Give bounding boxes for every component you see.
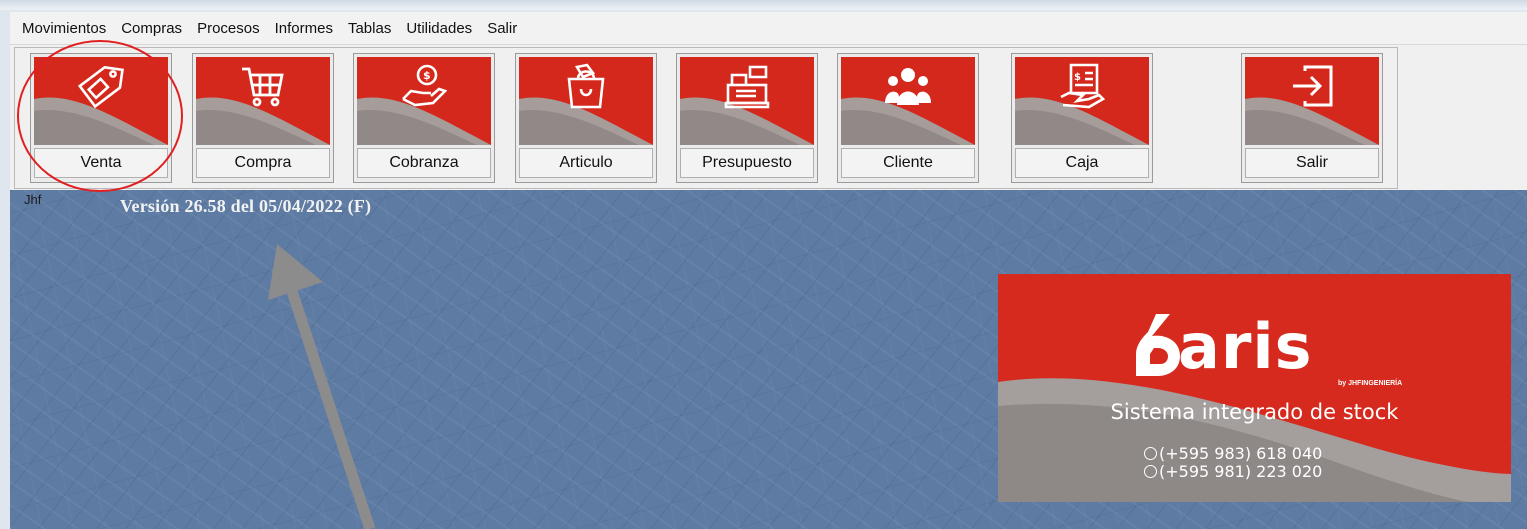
venta-button-label: Venta xyxy=(34,148,168,178)
menu-informes[interactable]: Informes xyxy=(275,20,333,37)
cash-register-icon xyxy=(724,65,770,109)
whatsapp-icon xyxy=(1144,447,1157,460)
cobranza-button-art: $ xyxy=(357,57,491,145)
menu-movimientos[interactable]: Movimientos xyxy=(22,20,106,37)
cliente-button[interactable]: Cliente xyxy=(837,53,979,183)
svg-text:$: $ xyxy=(1074,72,1081,83)
presupuesto-button[interactable]: Presupuesto xyxy=(676,53,818,183)
hand-coin-icon: $ xyxy=(402,64,447,107)
menu-bar: Movimientos Compras Procesos Informes Ta… xyxy=(10,12,1527,44)
menu-salir[interactable]: Salir xyxy=(487,20,517,37)
exit-icon xyxy=(1293,65,1333,107)
logo-brand-text: aris xyxy=(1178,310,1313,383)
shopping-bag-icon xyxy=(567,63,605,109)
salir-button-art xyxy=(1245,57,1379,145)
svg-text:$: $ xyxy=(423,69,431,82)
phone-1: (+595 983) 618 040 xyxy=(1144,444,1322,463)
people-group-icon xyxy=(885,68,931,105)
cliente-button-art xyxy=(841,57,975,145)
venta-button-art xyxy=(34,57,168,145)
version-text: Versión 26.58 del 05/04/2022 (F) xyxy=(120,196,372,216)
compra-button-art xyxy=(196,57,330,145)
venta-button[interactable]: Venta xyxy=(30,53,172,183)
phone-1-number: (+595 983) 618 040 xyxy=(1159,444,1323,463)
price-tag-icon xyxy=(78,65,124,109)
salir-button[interactable]: Salir xyxy=(1241,53,1383,183)
cobranza-button[interactable]: $ Cobranza xyxy=(353,53,495,183)
compra-button[interactable]: Compra xyxy=(192,53,334,183)
caja-button-art: $ xyxy=(1015,57,1149,145)
articulo-button-label: Articulo xyxy=(519,148,653,178)
menu-compras[interactable]: Compras xyxy=(121,20,182,37)
menu-procesos[interactable]: Procesos xyxy=(197,20,260,37)
presupuesto-button-art xyxy=(680,57,814,145)
user-code: Jhf xyxy=(24,192,42,207)
phone-2: (+595 981) 223 020 xyxy=(1144,462,1322,481)
window-top-edge xyxy=(0,0,1527,10)
shopping-cart-icon xyxy=(242,67,284,107)
whatsapp-icon xyxy=(1144,465,1157,478)
articulo-button[interactable]: Articulo xyxy=(515,53,657,183)
logo-by-line: by JHFINGENIERÍA xyxy=(1338,380,1403,387)
articulo-button-art xyxy=(519,57,653,145)
baris-logo-panel: aris by JHFINGENIERÍA Sistema integrado … xyxy=(998,274,1511,502)
toolbar-panel: Venta Compra $ Cobranza Articulo Presupu… xyxy=(14,47,1398,189)
cliente-button-label: Cliente xyxy=(841,148,975,178)
salir-button-label: Salir xyxy=(1245,148,1379,178)
presupuesto-button-label: Presupuesto xyxy=(680,148,814,178)
compra-button-label: Compra xyxy=(196,148,330,178)
logo-tagline: Sistema integrado de stock xyxy=(1110,400,1399,424)
invoice-hand-icon: $ xyxy=(1060,63,1105,109)
caja-button-label: Caja xyxy=(1015,148,1149,178)
menu-tablas[interactable]: Tablas xyxy=(348,20,391,37)
caja-button[interactable]: $ Caja xyxy=(1011,53,1153,183)
cobranza-button-label: Cobranza xyxy=(357,148,491,178)
baris-b-logo-icon xyxy=(1136,314,1180,376)
menu-utilidades[interactable]: Utilidades xyxy=(406,20,472,37)
toolbar: Venta Compra $ Cobranza Articulo Presupu… xyxy=(10,44,1527,191)
phone-2-number: (+595 981) 223 020 xyxy=(1159,462,1323,481)
app-window: Movimientos Compras Procesos Informes Ta… xyxy=(0,0,1527,529)
